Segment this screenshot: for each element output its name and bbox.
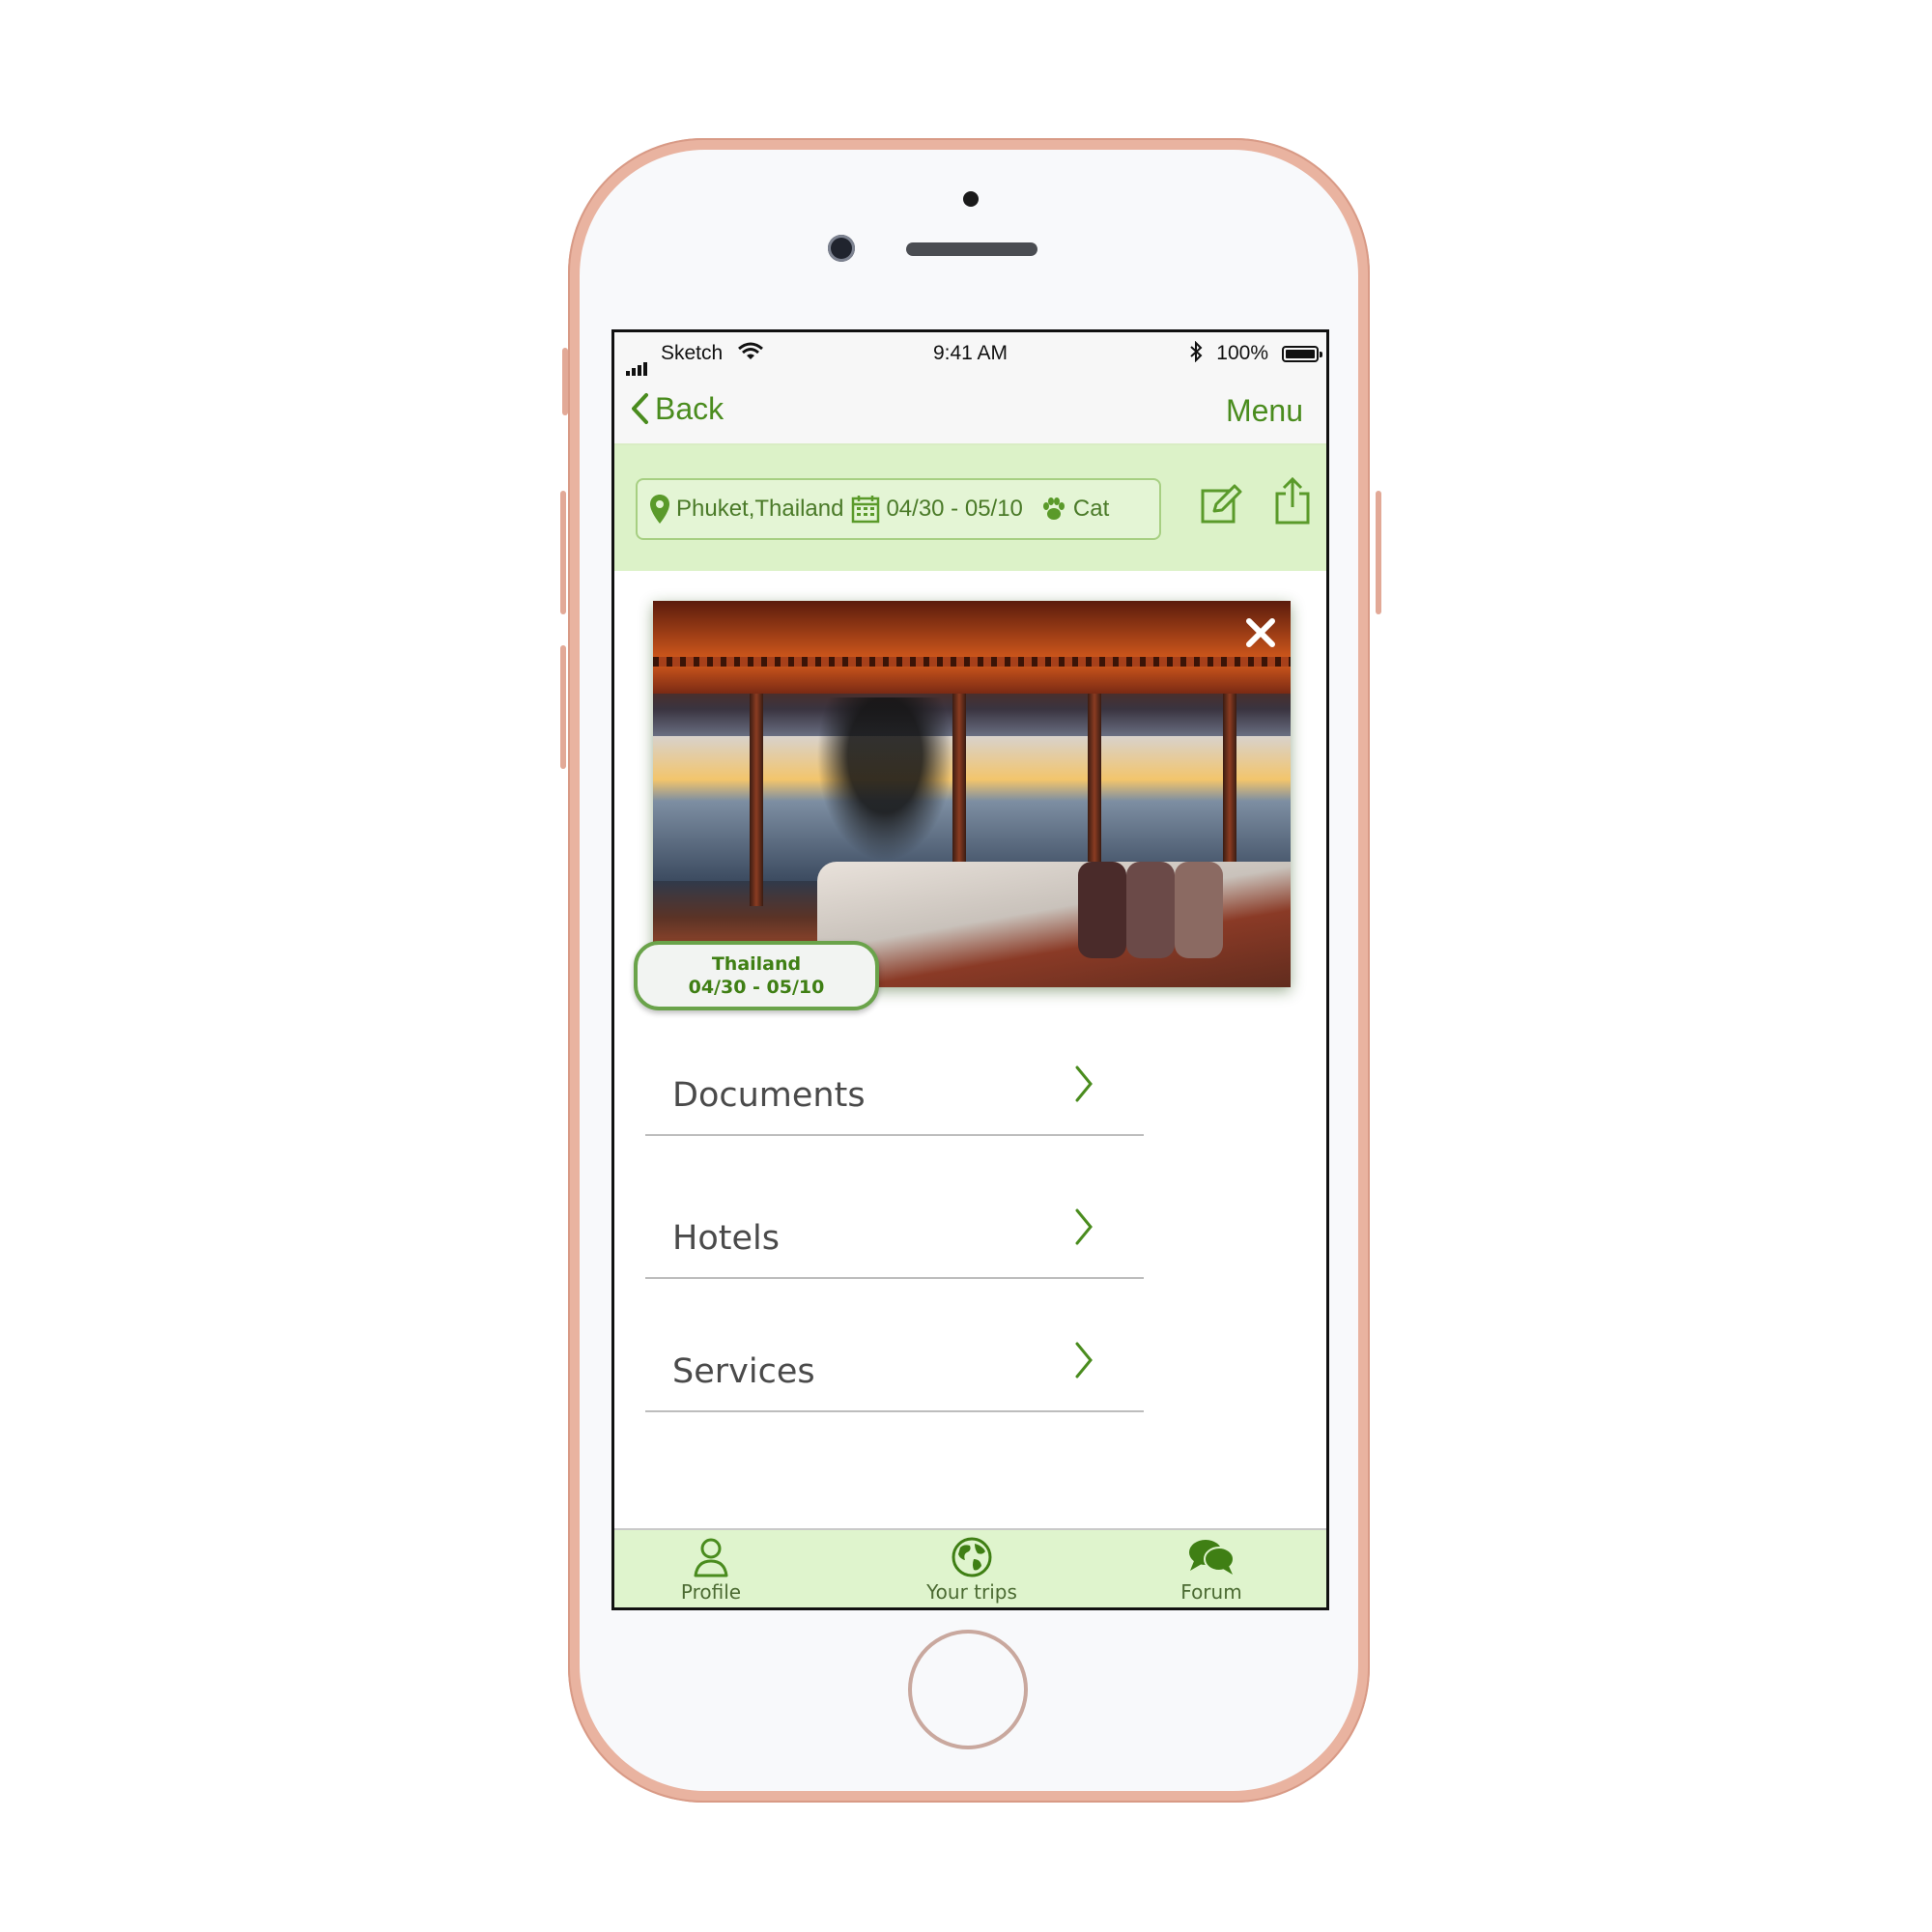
tab-forum[interactable]: Forum xyxy=(1144,1536,1279,1604)
trip-location: Phuket,Thailand xyxy=(676,496,844,522)
trip-dates: 04/30 - 05/10 xyxy=(886,496,1023,522)
photo-caption-badge: Thailand 04/30 - 05/10 xyxy=(634,941,879,1010)
photo-ceiling xyxy=(653,601,1291,694)
proximity-sensor xyxy=(963,191,979,207)
map-pin-icon xyxy=(650,495,669,524)
tab-label: Forum xyxy=(1180,1580,1242,1604)
power-button xyxy=(1376,491,1381,614)
bluetooth-icon xyxy=(1189,340,1203,368)
menu-button[interactable]: Menu xyxy=(1226,393,1303,429)
person-icon xyxy=(694,1538,728,1577)
list-item-label: Hotels xyxy=(672,1219,780,1258)
earpiece-speaker xyxy=(906,242,1037,256)
chevron-right-icon xyxy=(1075,1342,1093,1378)
navigation-bar: Back Menu xyxy=(614,376,1326,445)
chevron-left-icon xyxy=(632,393,648,424)
hotel-room-photo[interactable] xyxy=(653,601,1291,987)
volume-up-button xyxy=(560,491,566,614)
tab-label: Your trips xyxy=(926,1580,1017,1604)
photo-pillow xyxy=(1078,862,1126,958)
trip-summary-bar: Phuket,Thailand 04/30 - 05/10 Cat xyxy=(614,445,1326,571)
tab-label: Profile xyxy=(680,1580,742,1604)
photo-caption-dates: 04/30 - 05/10 xyxy=(688,977,825,998)
paw-icon xyxy=(1042,497,1065,520)
edit-icon[interactable] xyxy=(1200,482,1244,530)
photo-caption-title: Thailand xyxy=(711,953,802,975)
list-item-hotels[interactable]: Hotels xyxy=(645,1171,1144,1279)
tab-profile[interactable]: Profile xyxy=(643,1536,779,1604)
home-button[interactable] xyxy=(908,1630,1028,1749)
trip-pet: Cat xyxy=(1072,496,1110,522)
list-item-label: Services xyxy=(672,1352,815,1391)
chevron-right-icon xyxy=(1075,1065,1093,1102)
photo-window-frame xyxy=(750,694,763,906)
photo-sunset-sea xyxy=(653,736,1291,881)
volume-down-button xyxy=(560,645,566,769)
photo-ceiling-rail xyxy=(653,657,1291,667)
close-icon[interactable] xyxy=(1244,616,1277,649)
back-button[interactable]: Back xyxy=(630,391,724,427)
battery-icon xyxy=(1282,346,1322,362)
front-camera-icon xyxy=(828,235,855,262)
share-icon[interactable] xyxy=(1273,476,1312,530)
photo-pillow xyxy=(1126,862,1175,958)
globe-icon xyxy=(952,1537,992,1577)
trip-details-pill[interactable]: Phuket,Thailand 04/30 - 05/10 Cat xyxy=(636,478,1161,540)
phone-screen: Sketch 9:41 AM 100% Back Menu Phuket,Tha… xyxy=(611,329,1329,1610)
list-item-documents[interactable]: Documents xyxy=(645,1028,1144,1136)
status-bar: Sketch 9:41 AM 100% xyxy=(614,332,1326,377)
photo-pillow xyxy=(1175,862,1223,958)
tab-bar: Profile Your trips Forum xyxy=(614,1528,1326,1607)
calendar-icon xyxy=(852,496,880,524)
battery-percent: 100% xyxy=(1216,342,1268,364)
chat-bubbles-icon xyxy=(1189,1540,1235,1575)
list-item-label: Documents xyxy=(672,1076,866,1115)
back-label: Back xyxy=(655,391,724,426)
mute-switch xyxy=(562,348,568,415)
chevron-right-icon xyxy=(1075,1208,1093,1245)
list-item-services[interactable]: Services xyxy=(645,1304,1144,1412)
tab-your-trips[interactable]: Your trips xyxy=(904,1536,1039,1604)
